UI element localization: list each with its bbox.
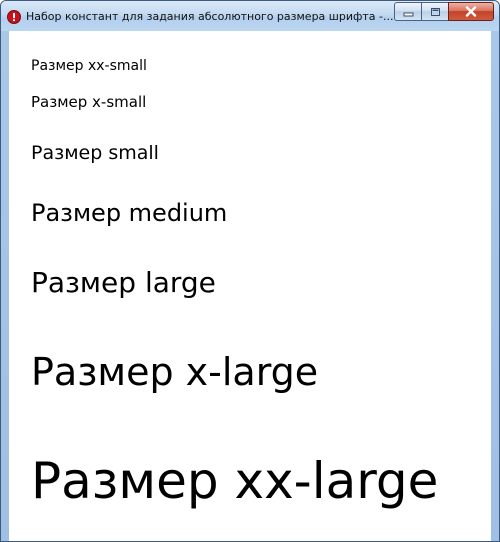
title-bar[interactable]: Набор констант для задания абсолютного р… xyxy=(1,1,499,31)
page-content: Размер xx-small Размер x-small Размер sm… xyxy=(9,31,491,541)
text-x-small: Размер x-small xyxy=(31,93,147,111)
text-xx-large: Размер xx-large xyxy=(31,452,439,510)
maximize-icon xyxy=(430,2,441,21)
text-small: Размер small xyxy=(31,142,159,164)
text-x-large: Размер x-large xyxy=(31,350,319,394)
minimize-icon xyxy=(403,2,414,21)
window-title: Набор констант для задания абсолютного р… xyxy=(26,10,394,23)
minimize-button[interactable] xyxy=(394,2,421,21)
text-xx-small: Размер xx-small xyxy=(31,58,147,74)
close-button[interactable] xyxy=(448,2,494,21)
close-icon xyxy=(465,2,477,21)
browser-window: Набор констант для задания абсолютного р… xyxy=(0,0,500,542)
window-controls xyxy=(394,2,494,22)
text-large: Размер large xyxy=(31,266,216,299)
maximize-button[interactable] xyxy=(421,2,448,21)
text-medium: Размер medium xyxy=(31,199,228,227)
error-icon xyxy=(7,9,21,24)
